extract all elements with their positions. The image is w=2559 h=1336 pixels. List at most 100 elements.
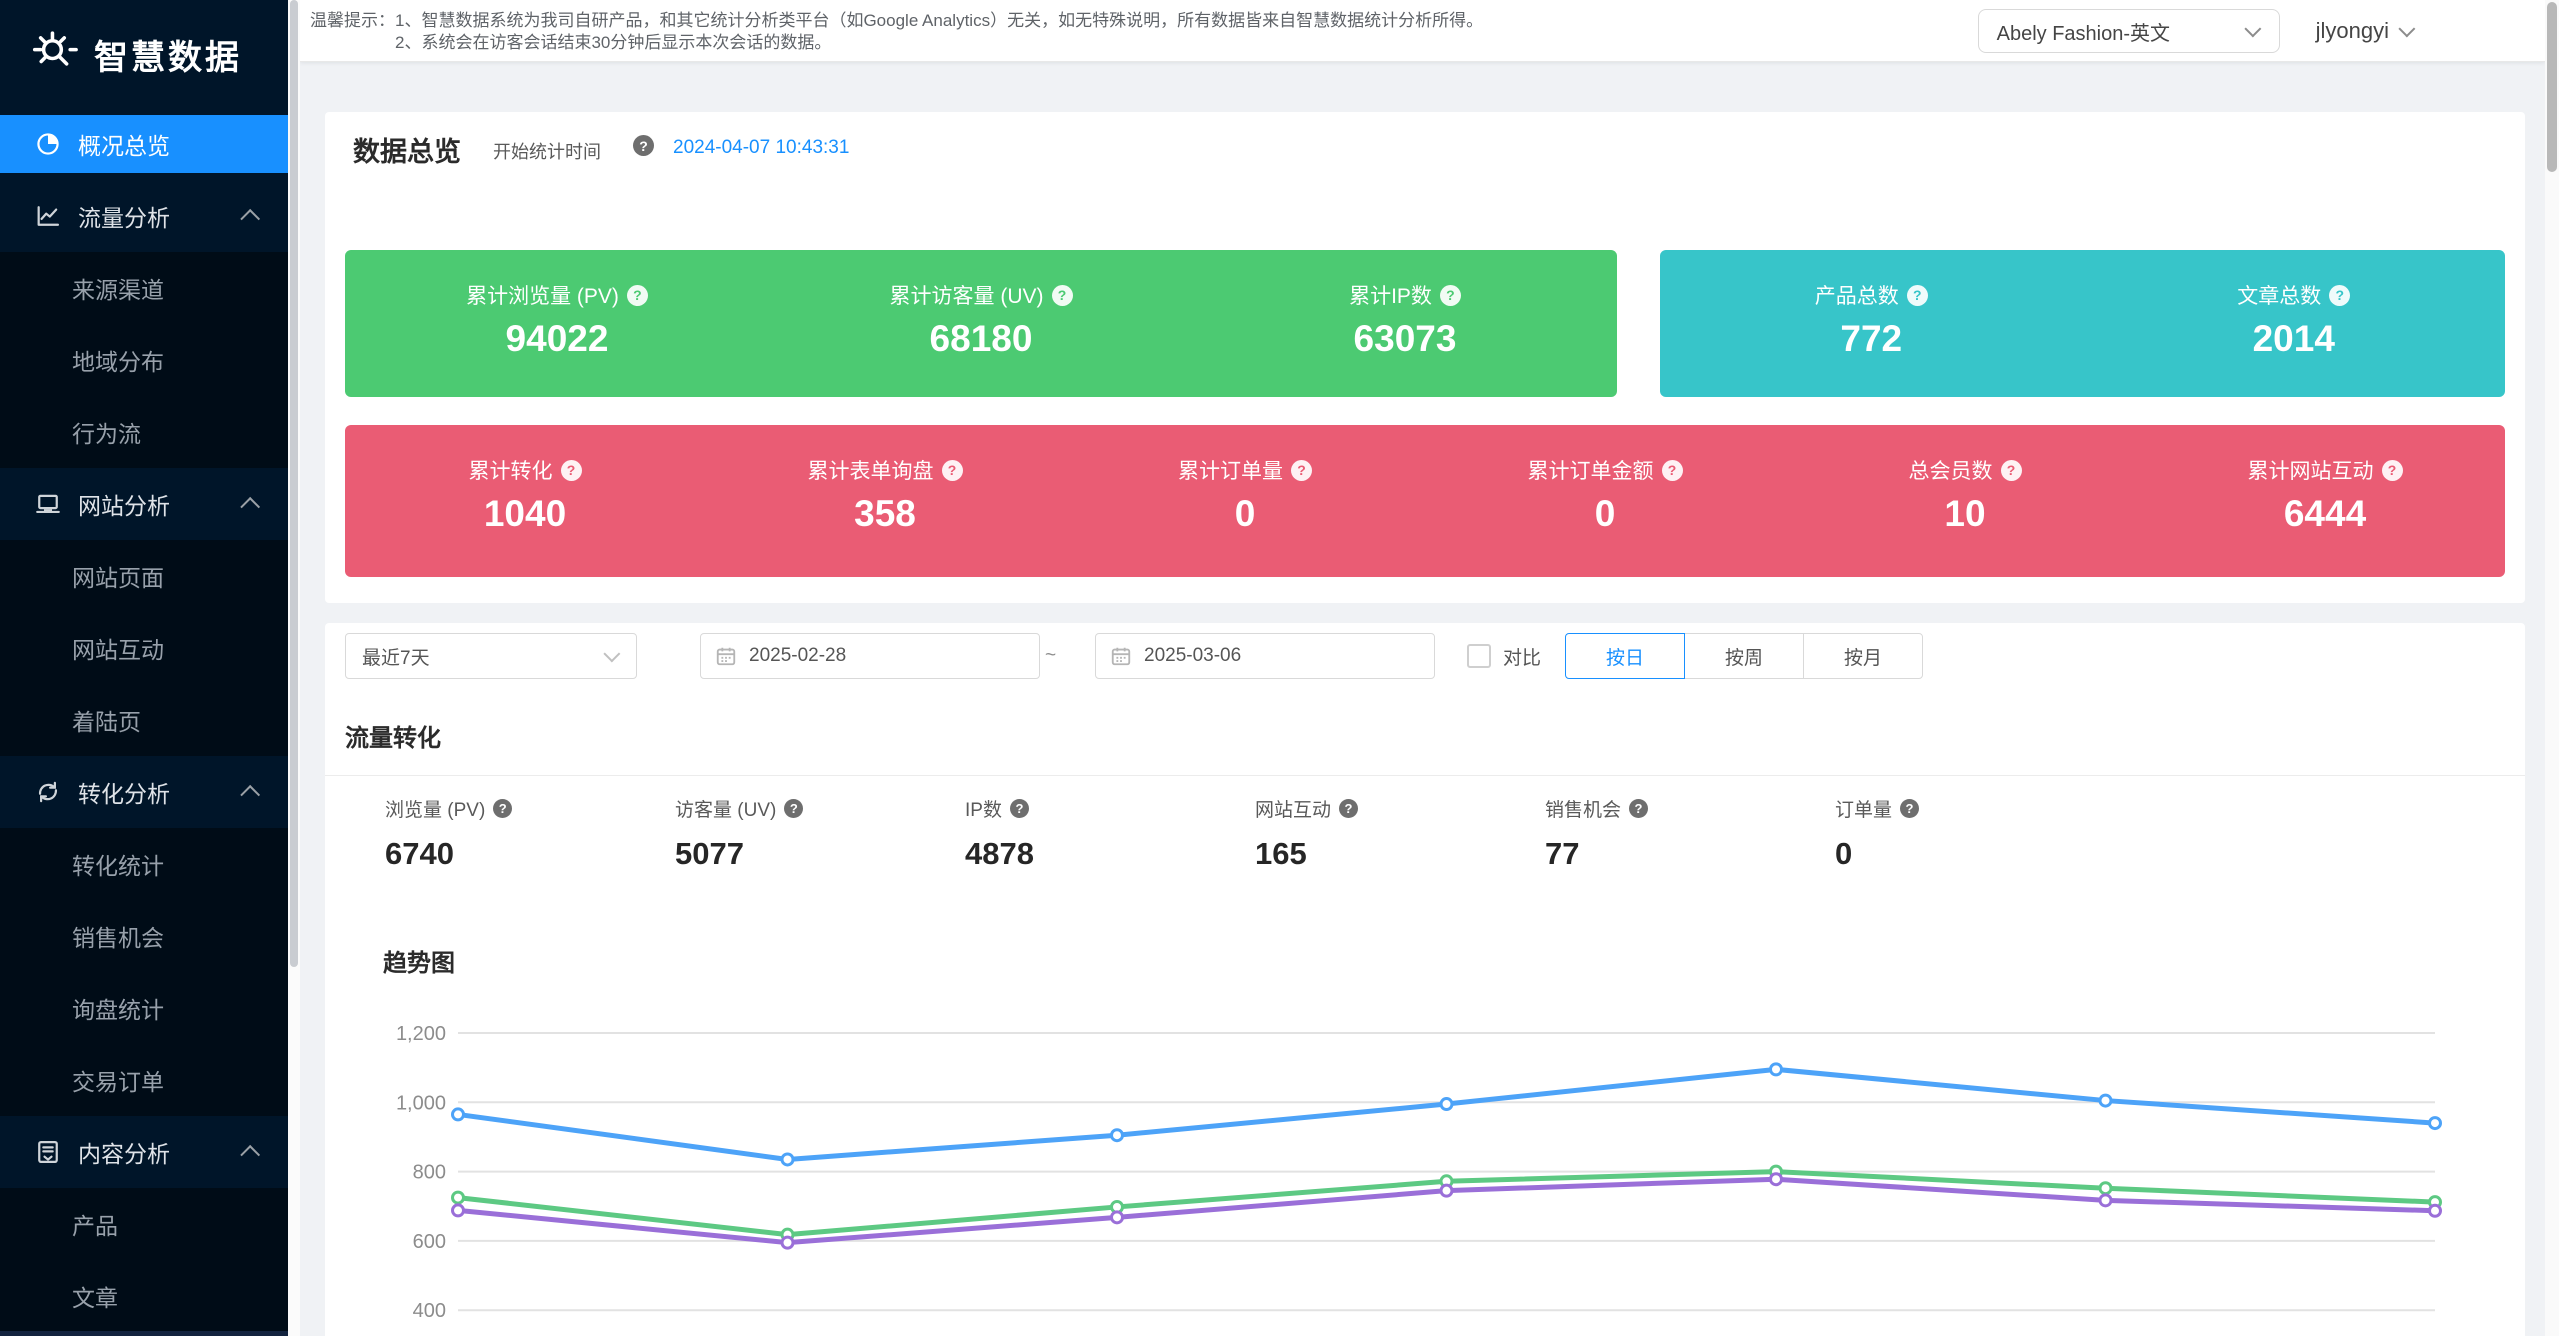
conversion-stat-1: 累计表单询盘?358 [705, 425, 1065, 577]
sidebar-item-13[interactable]: 交易订单 [0, 1044, 288, 1116]
app-root: 智慧数据 概况总览流量分析来源渠道地域分布行为流网站分析网站页面网站互动着陆页转… [0, 0, 2559, 1336]
content-stat-0: 产品总数?772 [1660, 250, 2083, 397]
sidebar-item-6[interactable]: 网站页面 [0, 540, 288, 612]
logo: 智慧数据 [0, 0, 288, 108]
funnel-section-title: 流量转化 [345, 718, 441, 753]
data-point[interactable] [2100, 1195, 2111, 1206]
help-icon[interactable]: ? [633, 135, 654, 156]
sidebar-scrollbar-thumb[interactable] [290, 0, 298, 967]
username: jlyongyi [2316, 18, 2389, 44]
data-point[interactable] [1441, 1185, 1452, 1196]
data-point[interactable] [782, 1154, 793, 1165]
help-icon[interactable]: ? [1339, 799, 1358, 818]
data-point[interactable] [2100, 1095, 2111, 1106]
conversion-stat-3: 累计订单金额?0 [1425, 425, 1785, 577]
start-date-input[interactable]: 2025-02-28 [700, 633, 1040, 679]
app-title: 智慧数据 [94, 30, 242, 79]
data-point[interactable] [453, 1109, 464, 1120]
granularity-button-1[interactable]: 按周 [1684, 633, 1804, 679]
help-icon[interactable]: ? [561, 460, 582, 481]
sidebar-item-16[interactable]: 文章 [0, 1260, 288, 1332]
funnel-stat-value: 4878 [965, 836, 1255, 872]
funnel-stat-value: 0 [1835, 836, 2125, 872]
sidebar-group-9[interactable]: 转化分析 [0, 756, 288, 828]
traffic-stat-2: 累计IP数?63073 [1193, 250, 1617, 397]
filter-bar: 最近7天 2025-02-28 ~ 2025-03- [345, 633, 2505, 679]
sidebar-item-8[interactable]: 着陆页 [0, 684, 288, 756]
help-icon[interactable]: ? [493, 799, 512, 818]
help-icon[interactable]: ? [1629, 799, 1648, 818]
help-icon[interactable]: ? [1900, 799, 1919, 818]
stat-label-text: 累计表单询盘 [808, 455, 934, 485]
sidebar-subitem-label: 转化统计 [72, 847, 164, 881]
sidebar-item-0[interactable]: 概况总览 [0, 108, 288, 180]
help-icon[interactable]: ? [2382, 460, 2403, 481]
page-scrollbar-track[interactable] [2545, 0, 2559, 1336]
sidebar-group-label: 内容分析 [78, 1135, 170, 1169]
help-icon[interactable]: ? [2329, 285, 2350, 306]
funnel-stat-value: 6740 [385, 836, 675, 872]
start-time-link[interactable]: 2024-04-07 10:43:31 [673, 137, 849, 159]
sidebar-item-2[interactable]: 来源渠道 [0, 252, 288, 324]
sidebar-item-12[interactable]: 询盘统计 [0, 972, 288, 1044]
end-date-input[interactable]: 2025-03-06 [1095, 633, 1435, 679]
granularity-button-2[interactable]: 按月 [1803, 633, 1923, 679]
help-icon[interactable]: ? [1052, 285, 1073, 306]
notice-line-1: 1、智慧数据系统为我司自研产品，和其它统计分析类平台（如Google Analy… [395, 10, 1483, 32]
help-icon[interactable]: ? [1291, 460, 1312, 481]
data-point[interactable] [2430, 1205, 2441, 1216]
help-icon[interactable]: ? [1662, 460, 1683, 481]
sidebar-group-14[interactable]: 内容分析 [0, 1116, 288, 1188]
main-area: 温馨提示： 1、智慧数据系统为我司自研产品，和其它统计分析类平台（如Google… [300, 0, 2545, 1336]
data-point[interactable] [453, 1192, 464, 1203]
compare-checkbox[interactable] [1467, 644, 1491, 668]
stat-value: 6444 [2284, 493, 2366, 535]
sidebar-item-11[interactable]: 销售机会 [0, 900, 288, 972]
sidebar-group-1[interactable]: 流量分析 [0, 180, 288, 252]
sidebar-scrollbar-track[interactable] [288, 0, 300, 1336]
help-icon[interactable]: ? [942, 460, 963, 481]
user-menu[interactable]: jlyongyi [2316, 18, 2415, 44]
traffic-stat-1: 累计访客量 (UV)?68180 [769, 250, 1193, 397]
funnel-stat-2: IP数? 4878 [965, 795, 1255, 872]
sidebar-group-5[interactable]: 网站分析 [0, 468, 288, 540]
data-point[interactable] [1771, 1064, 1782, 1075]
funnel-stat-value: 165 [1255, 836, 1545, 872]
date-range-select[interactable]: 最近7天 [345, 633, 637, 679]
stat-value: 94022 [506, 318, 609, 360]
sidebar-item-3[interactable]: 地域分布 [0, 324, 288, 396]
funnel-stat-5: 订单量?0 [1835, 795, 2125, 872]
trend-chart: 1,2001,000800600400 [325, 623, 2525, 1336]
sidebar-menu: 概况总览流量分析来源渠道地域分布行为流网站分析网站页面网站互动着陆页转化分析转化… [0, 108, 288, 1332]
stat-label: 累计订单金额? [1528, 455, 1683, 485]
sidebar-item-10[interactable]: 转化统计 [0, 828, 288, 900]
start-time-label: 开始统计时间 [493, 138, 601, 164]
help-icon[interactable]: ? [2001, 460, 2022, 481]
sidebar-subitem-label: 销售机会 [72, 919, 164, 953]
sidebar-item-7[interactable]: 网站互动 [0, 612, 288, 684]
site-select[interactable]: Abely Fashion-英文 [1978, 9, 2280, 53]
page-scrollbar-thumb[interactable] [2547, 2, 2557, 172]
help-icon[interactable]: ? [1440, 285, 1461, 306]
granularity-button-0[interactable]: 按日 [1565, 633, 1685, 679]
data-point[interactable] [1771, 1174, 1782, 1185]
data-point[interactable] [2430, 1118, 2441, 1129]
sidebar-item-4[interactable]: 行为流 [0, 396, 288, 468]
help-icon[interactable]: ? [1907, 285, 1928, 306]
funnel-stat-label-text: IP数 [965, 795, 1002, 822]
section-divider [325, 775, 2525, 776]
stat-label: 累计访客量 (UV)? [890, 280, 1073, 310]
data-point[interactable] [1441, 1099, 1452, 1110]
data-point[interactable] [2100, 1183, 2111, 1194]
sidebar-item-15[interactable]: 产品 [0, 1188, 288, 1260]
data-point[interactable] [453, 1205, 464, 1216]
help-icon[interactable]: ? [627, 285, 648, 306]
data-point[interactable] [1112, 1130, 1123, 1141]
sidebar-subitem-label: 网站互动 [72, 631, 164, 665]
data-point[interactable] [782, 1237, 793, 1248]
data-point[interactable] [1112, 1212, 1123, 1223]
sidebar-active-item[interactable]: 概况总览 [0, 115, 288, 173]
notice-prefix: 温馨提示： [310, 10, 395, 54]
help-icon[interactable]: ? [1010, 799, 1029, 818]
help-icon[interactable]: ? [784, 799, 803, 818]
